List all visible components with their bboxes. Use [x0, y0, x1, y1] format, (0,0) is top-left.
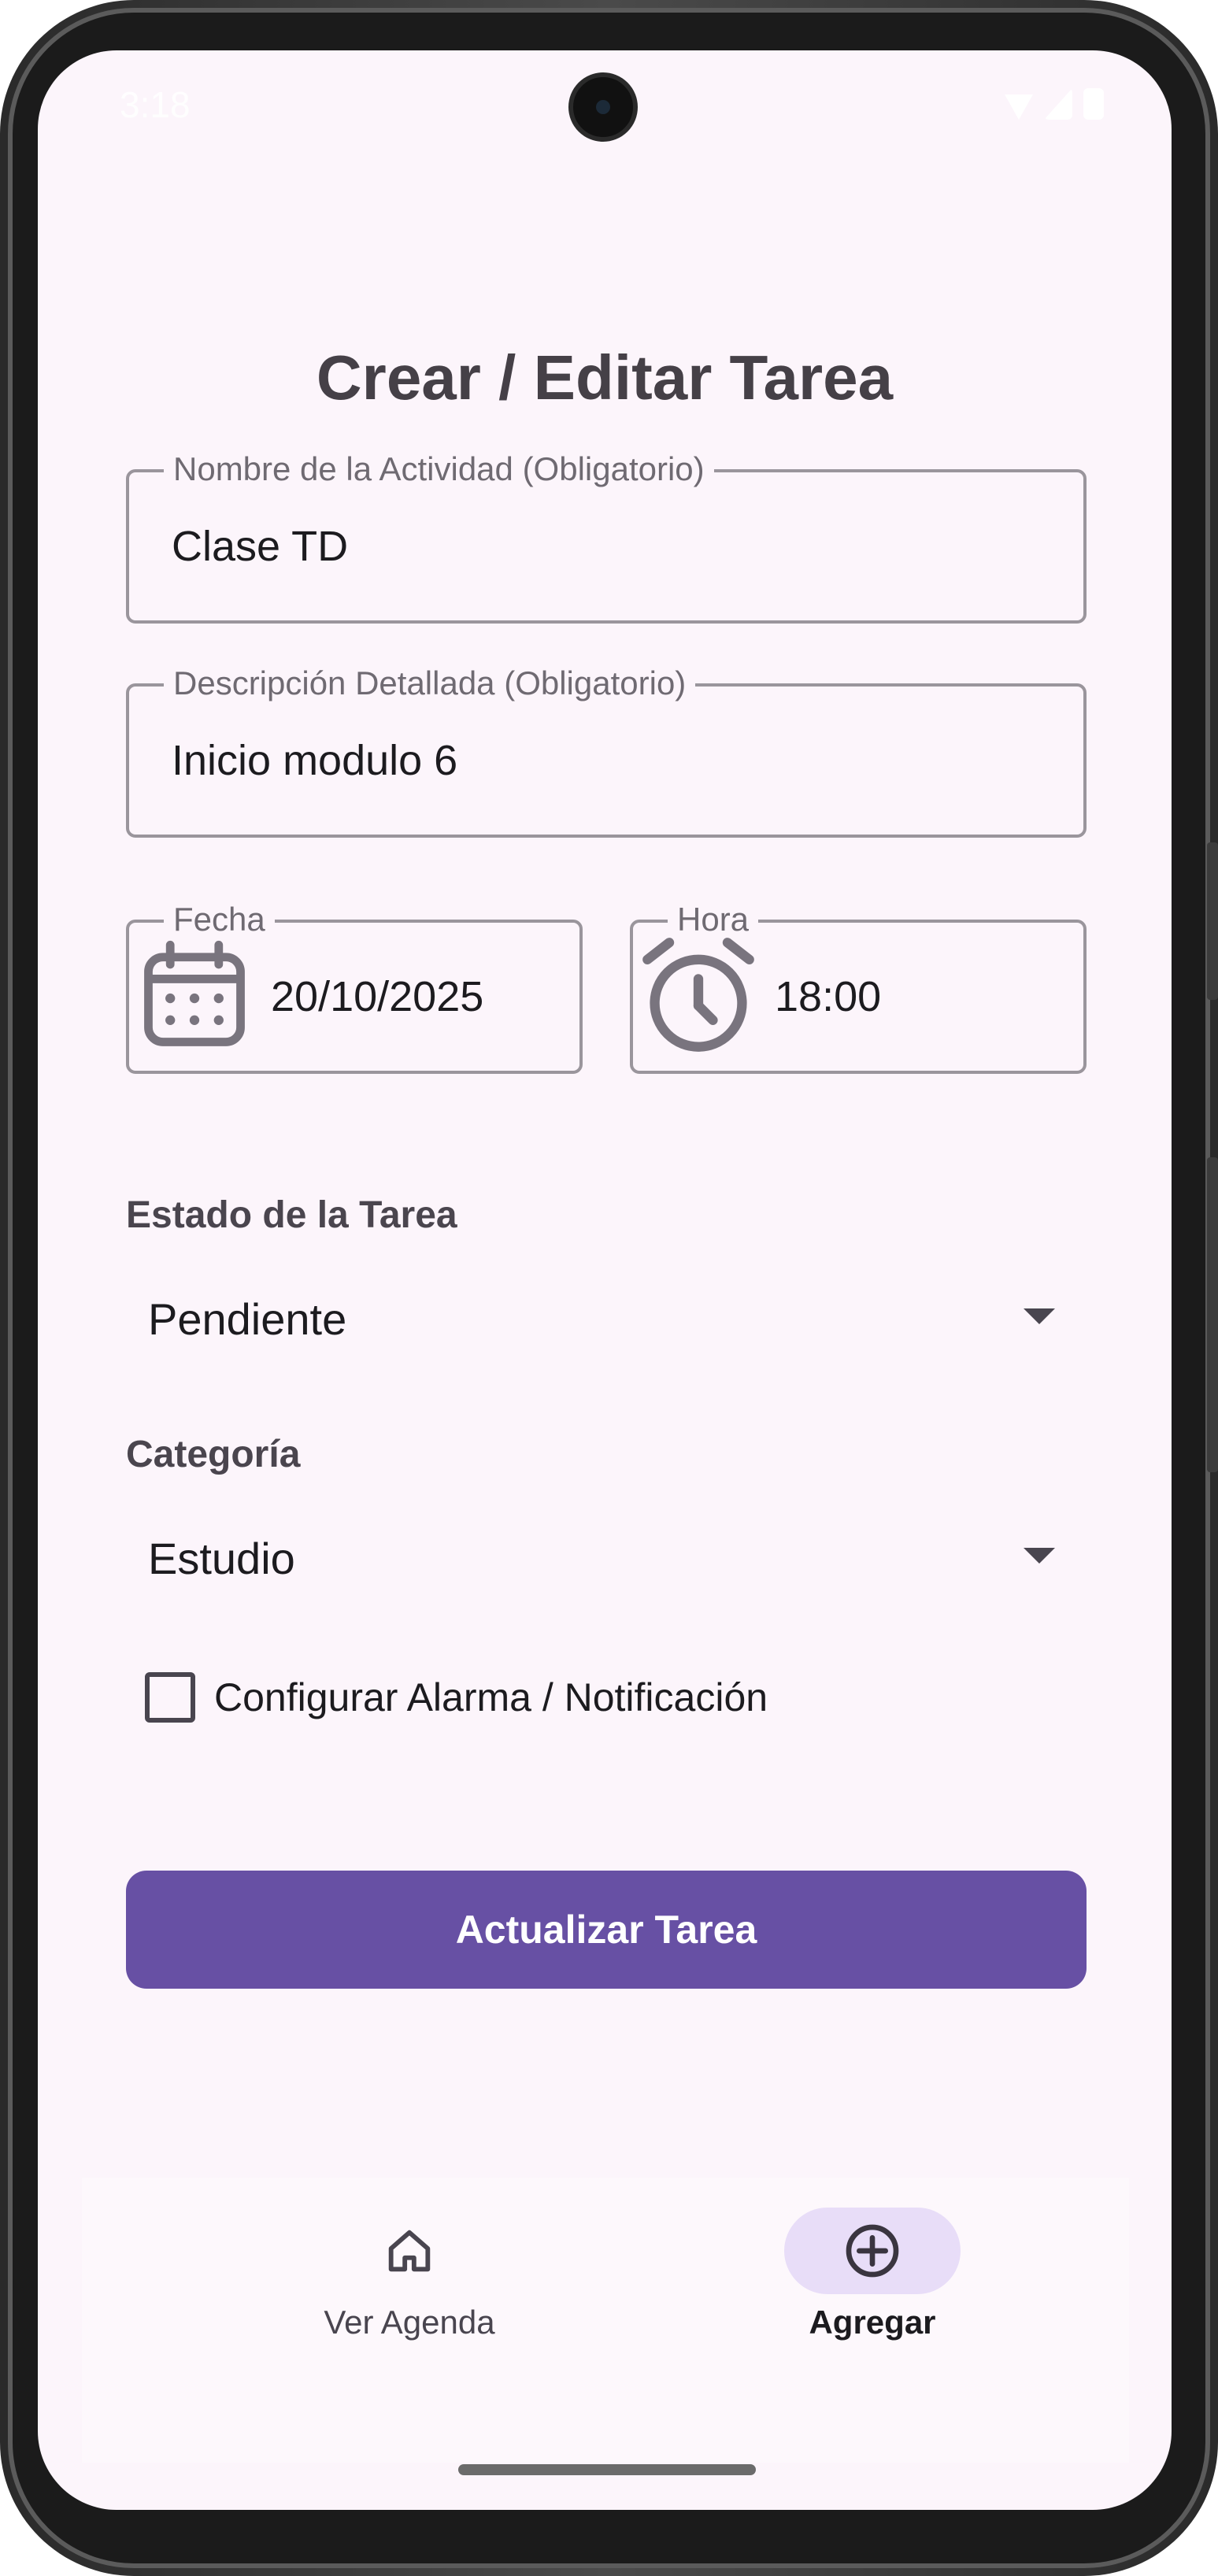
status-time: 3:18 — [120, 84, 191, 125]
category-section-label: Categoría — [126, 1434, 301, 1475]
signal-icon — [1044, 88, 1072, 120]
alarm-checkbox[interactable] — [145, 1672, 195, 1723]
time-label: Hora — [668, 899, 759, 940]
status-section-label: Estado de la Tarea — [126, 1194, 457, 1236]
alarm-option[interactable]: Configurar Alarma / Notificación — [145, 1672, 768, 1723]
category-dropdown[interactable]: Estudio — [126, 1515, 1087, 1601]
date-field[interactable]: Fecha 20/10/2025 — [126, 899, 583, 1074]
activity-name-value: Clase TD — [172, 523, 349, 570]
add-circle-icon — [846, 2224, 899, 2278]
status-dropdown[interactable]: Pendiente — [126, 1275, 1087, 1362]
description-field[interactable]: Descripción Detallada (Obligatorio) Inic… — [126, 663, 1087, 838]
nav-label-agregar: Agregar — [809, 2304, 936, 2341]
date-value: 20/10/2025 — [271, 973, 484, 1020]
description-value: Inicio modulo 6 — [172, 737, 458, 784]
volume-button — [1207, 1157, 1218, 1472]
chevron-down-icon[interactable] — [1024, 1308, 1055, 1324]
battery-icon — [1083, 88, 1104, 120]
status-icons — [1005, 88, 1104, 120]
device-frame: 3:18 Crear / Editar Tarea Nombre de la A… — [0, 0, 1218, 2576]
alarm-clock-icon[interactable] — [638, 935, 759, 1057]
front-camera — [568, 72, 638, 142]
gesture-navigation-bar[interactable] — [458, 2464, 756, 2475]
nav-label-ver-agenda: Ver Agenda — [324, 2304, 495, 2341]
date-label: Fecha — [164, 899, 275, 940]
bottom-navigation: Ver Agenda Agregar — [82, 2178, 1129, 2463]
nav-pill — [321, 2208, 498, 2294]
chevron-down-icon[interactable] — [1024, 1548, 1055, 1564]
app-screen: 3:18 Crear / Editar Tarea Nombre de la A… — [38, 50, 1172, 2510]
time-field[interactable]: Hora 18:00 — [630, 899, 1087, 1074]
nav-item-ver-agenda[interactable]: Ver Agenda — [252, 2208, 567, 2381]
time-value: 18:00 — [775, 973, 882, 1020]
page-title: Crear / Editar Tarea — [316, 342, 894, 413]
activity-name-field[interactable]: Nombre de la Actividad (Obligatorio) Cla… — [126, 449, 1087, 624]
power-button — [1207, 842, 1218, 1000]
nav-pill-active — [784, 2208, 961, 2294]
update-task-button[interactable]: Actualizar Tarea — [126, 1871, 1087, 1989]
status-selected: Pendiente — [148, 1294, 347, 1344]
category-selected: Estudio — [148, 1533, 295, 1583]
nav-item-agregar[interactable]: Agregar — [715, 2208, 1030, 2381]
calendar-icon[interactable] — [134, 935, 255, 1057]
alarm-checkbox-label[interactable]: Configurar Alarma / Notificación — [214, 1675, 768, 1720]
wifi-icon — [1005, 94, 1033, 120]
home-icon — [388, 2230, 431, 2272]
